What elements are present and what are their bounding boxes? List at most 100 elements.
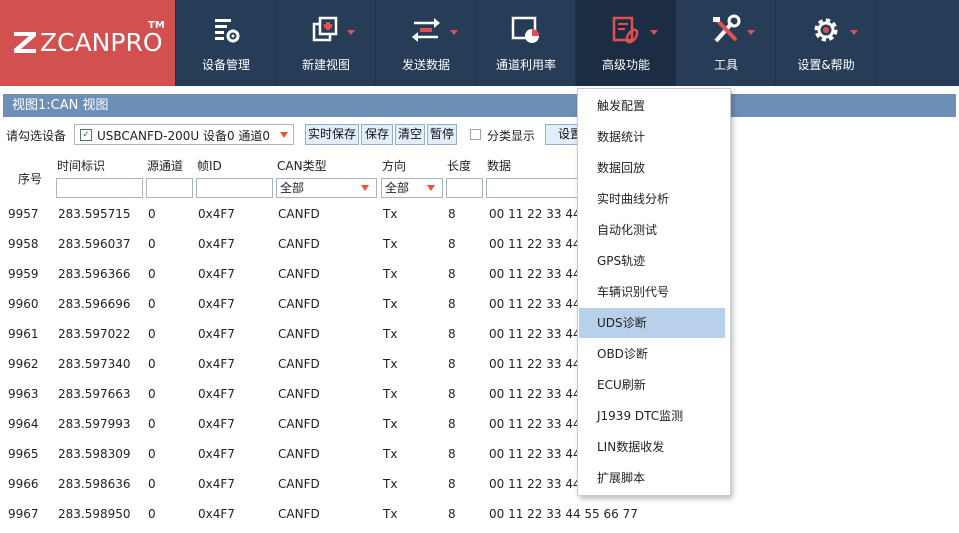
- device-select[interactable]: ✓ USBCANFD-200U 设备0 通道0: [74, 124, 294, 145]
- menu-item[interactable]: 自动化测试: [579, 215, 725, 245]
- menu-item[interactable]: 车辆识别代号: [579, 277, 725, 307]
- cell-id: 0x4F7: [198, 387, 235, 401]
- menu-item[interactable]: GPS轨迹: [579, 246, 725, 276]
- realtime-save-button[interactable]: 实时保存: [305, 124, 359, 145]
- toolbar-device-manage[interactable]: 设备管理: [175, 0, 276, 86]
- toolbar-label: 工具: [713, 58, 738, 72]
- table-row[interactable]: 9967 283.598950 0 0x4F7 CANFD Tx 8 00 11 22 33 …: [0, 500, 959, 530]
- cell-dir: Tx: [383, 417, 398, 431]
- table-row[interactable]: 9966 283.598636 0 0x4F7 CANFD Tx 8 00 11 22 33 …: [0, 470, 959, 500]
- cell-src: 0: [148, 237, 156, 251]
- menu-item[interactable]: 触发配置: [579, 91, 725, 121]
- advanced-dropdown-menu: 触发配置 数据统计 数据回放 实时曲线分析 自动化测试 GPS轨迹 车辆识别代号 UDS诊断 O…: [577, 88, 731, 496]
- table-row[interactable]: 9960 283.596696 0 0x4F7 CANFD Tx 8 00 11 22 33 …: [0, 290, 959, 320]
- chevron-down-icon: [650, 30, 658, 35]
- channel-usage-icon: [511, 16, 539, 43]
- cell-seq: 9967: [8, 507, 39, 521]
- cell-type: CANFD: [278, 447, 320, 461]
- save-button[interactable]: 保存: [361, 124, 393, 145]
- cell-dir: Tx: [383, 507, 398, 521]
- toolbar-settings-help[interactable]: 设置&帮助: [775, 0, 877, 86]
- type-filter-select[interactable]: 全部: [276, 178, 377, 198]
- device-label: 请勾选设备: [6, 129, 67, 143]
- cell-seq: 9959: [8, 267, 39, 281]
- cell-time: 283.597340: [58, 357, 131, 371]
- table-row[interactable]: 9961 283.597022 0 0x4F7 CANFD Tx 8 00 11 22 33 …: [0, 320, 959, 350]
- cell-dir: Tx: [383, 327, 398, 341]
- menu-item[interactable]: 数据回放: [579, 153, 725, 183]
- new-view-icon: [312, 16, 338, 42]
- table-row[interactable]: 9962 283.597340 0 0x4F7 CANFD Tx 8 00 11 22 33 …: [0, 350, 959, 380]
- header-dir: 方向: [382, 159, 407, 173]
- table-row[interactable]: 9963 283.597663 0 0x4F7 CANFD Tx 8 00 11 22 33 …: [0, 380, 959, 410]
- table-row[interactable]: 9958 283.596037 0 0x4F7 CANFD Tx 8 00 11 22 33 …: [0, 230, 959, 260]
- cell-seq: 9957: [8, 207, 39, 221]
- toolbar-label: 新建视图: [301, 58, 350, 72]
- device-checkbox[interactable]: ✓: [80, 129, 92, 141]
- cell-data: 00 11 22 33 44: [489, 327, 581, 341]
- table-row[interactable]: 9965 283.598309 0 0x4F7 CANFD Tx 8 00 11 22 33 …: [0, 440, 959, 470]
- cell-time: 283.598636: [58, 477, 131, 491]
- message-table: 序号 时间标识 源通道 帧ID CAN类型 方向 长度 数据 全部 全部 995…: [0, 150, 959, 533]
- toolbar-tools[interactable]: 工具: [675, 0, 776, 86]
- toolbar-label: 高级功能: [601, 58, 650, 72]
- classify-checkbox[interactable]: [470, 129, 481, 140]
- cell-type: CANFD: [278, 387, 320, 401]
- brand-logo: ZCANPRO TM: [0, 0, 175, 86]
- menu-item[interactable]: J1939 DTC监测: [579, 401, 725, 431]
- menu-item[interactable]: UDS诊断: [579, 308, 725, 338]
- table-row[interactable]: 9964 283.597993 0 0x4F7 CANFD Tx 8 00 11 22 33 …: [0, 410, 959, 440]
- view-title-bar: 视图1:CAN 视图: [3, 94, 956, 117]
- cell-seq: 9965: [8, 447, 39, 461]
- toolbar-channel-usage[interactable]: 通道利用率: [475, 0, 576, 86]
- cell-id: 0x4F7: [198, 267, 235, 281]
- pause-button[interactable]: 暂停: [427, 124, 457, 145]
- cell-id: 0x4F7: [198, 477, 235, 491]
- src-filter-input[interactable]: [146, 178, 193, 198]
- toolbar-label: 设备管理: [201, 58, 250, 72]
- time-filter-input[interactable]: [56, 178, 143, 198]
- data-filter-input[interactable]: [486, 178, 578, 198]
- header-id: 帧ID: [197, 159, 222, 173]
- cell-dir: Tx: [383, 237, 398, 251]
- id-filter-input[interactable]: [196, 178, 273, 198]
- table-row[interactable]: 9959 283.596366 0 0x4F7 CANFD Tx 8 00 11 22 33 …: [0, 260, 959, 290]
- cell-dir: Tx: [383, 297, 398, 311]
- toolbar-new-view[interactable]: 新建视图: [275, 0, 376, 86]
- cell-len: 8: [448, 237, 456, 251]
- menu-item[interactable]: 实时曲线分析: [579, 184, 725, 214]
- cell-id: 0x4F7: [198, 357, 235, 371]
- cell-dir: Tx: [383, 357, 398, 371]
- toolbar-send-data[interactable]: 发送数据: [375, 0, 476, 86]
- cell-src: 0: [148, 357, 156, 371]
- cell-len: 8: [448, 447, 456, 461]
- cell-src: 0: [148, 387, 156, 401]
- menu-item[interactable]: 扩展脚本: [579, 463, 725, 493]
- cell-data: 00 11 22 33 44: [489, 447, 581, 461]
- cell-data: 00 11 22 33 44: [489, 267, 581, 281]
- cell-data: 00 11 22 33 44 55 66 77: [489, 507, 638, 521]
- cell-seq: 9963: [8, 387, 39, 401]
- menu-item[interactable]: LIN数据收发: [579, 432, 725, 462]
- zlg-logo-icon: [14, 32, 36, 53]
- clear-button[interactable]: 清空: [395, 124, 425, 145]
- cell-data: 00 11 22 33 44: [489, 237, 581, 251]
- header-seq: 序号: [18, 172, 43, 186]
- cell-data: 00 11 22 33 44: [489, 387, 581, 401]
- cell-id: 0x4F7: [198, 297, 235, 311]
- classify-label: 分类显示: [487, 129, 536, 143]
- brand-name: ZCANPRO: [40, 28, 163, 57]
- chevron-down-icon: [747, 30, 755, 35]
- menu-item[interactable]: 数据统计: [579, 122, 725, 152]
- cell-len: 8: [448, 357, 456, 371]
- cell-seq: 9960: [8, 297, 39, 311]
- len-filter-input[interactable]: [446, 178, 483, 198]
- table-row[interactable]: 9957 283.595715 0 0x4F7 CANFD Tx 8 00 11 22 33 …: [0, 200, 959, 230]
- toolbar-advanced[interactable]: 高级功能: [575, 0, 676, 86]
- cell-len: 8: [448, 297, 456, 311]
- menu-item[interactable]: ECU刷新: [579, 370, 725, 400]
- menu-item[interactable]: OBD诊断: [579, 339, 725, 369]
- cell-seq: 9962: [8, 357, 39, 371]
- dir-filter-select[interactable]: 全部: [381, 178, 443, 198]
- cell-time: 283.598309: [58, 447, 131, 461]
